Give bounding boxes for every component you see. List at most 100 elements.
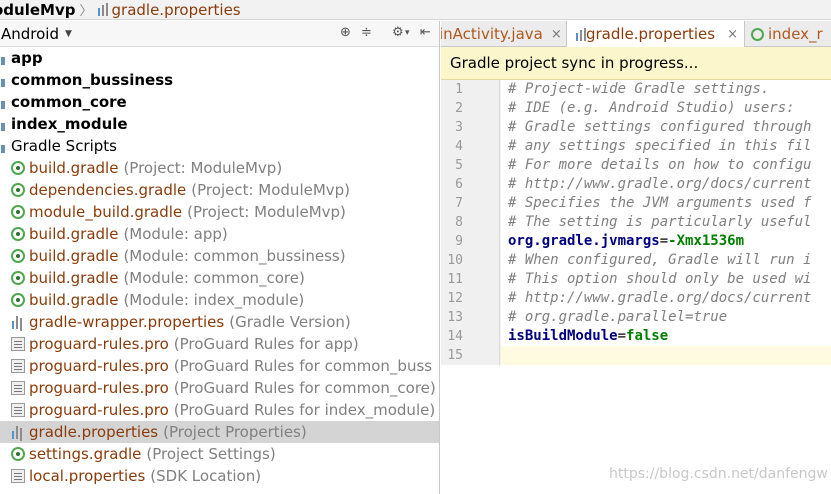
tree-file-item[interactable]: build.gradle (Module: app) <box>0 223 439 245</box>
tree-file-item[interactable]: module_build.gradle (Project: ModuleMvp) <box>0 201 439 223</box>
proguard-file-icon <box>11 469 25 483</box>
tab-label: index_r <box>768 25 823 43</box>
tab-gradle-properties[interactable]: gradle.properties × <box>567 21 745 47</box>
comment-text: # Project-wide Gradle settings. <box>508 81 770 97</box>
tab-main-activity[interactable]: inActivity.java × <box>441 21 567 47</box>
comment-text: # When configured, Gradle will run i <box>508 252 812 268</box>
tab-label: inActivity.java <box>441 25 543 43</box>
code-line[interactable]: 13 # org.gradle.parallel=true <box>441 308 831 327</box>
module-label: app <box>11 49 43 67</box>
line-number: 5 <box>455 158 463 173</box>
file-hint: (SDK Location) <box>150 467 262 485</box>
tree-group-gradle-scripts[interactable]: Gradle Scripts <box>0 135 439 157</box>
file-name: gradle-wrapper.properties <box>29 313 225 331</box>
gear-dropdown-icon[interactable]: ▾ <box>405 28 410 38</box>
code-line[interactable]: 11 # This option should only be used wi <box>441 270 831 289</box>
code-line[interactable]: 7 # Specifies the JVM arguments used f <box>441 194 831 213</box>
line-number: 2 <box>455 101 463 116</box>
sync-banner: Gradle project sync in progress... <box>441 47 831 80</box>
tree-file-item[interactable]: settings.gradle (Project Settings) <box>0 443 439 465</box>
code-line[interactable]: 8 # The setting is particularly useful <box>441 213 831 232</box>
property-value: false <box>626 328 669 344</box>
scroll-from-source-icon[interactable]: ⊕ <box>340 25 351 40</box>
line-number: 1 <box>455 82 463 97</box>
folder-icon <box>0 142 8 154</box>
tab-index-module[interactable]: index_r <box>745 21 831 47</box>
tree-file-item[interactable]: gradle-wrapper.properties (Gradle Version… <box>0 311 439 333</box>
file-name: build.gradle <box>29 225 119 243</box>
proguard-file-icon <box>11 381 25 395</box>
line-number: 8 <box>455 215 463 230</box>
file-name: proguard-rules.pro <box>29 379 169 397</box>
close-icon[interactable]: × <box>727 27 738 42</box>
line-number: 12 <box>447 291 463 306</box>
code-line[interactable]: 4 # any settings specified in this fil <box>441 137 831 156</box>
tree-file-item[interactable]: proguard-rules.pro (ProGuard Rules for in… <box>0 399 439 421</box>
breadcrumb-file[interactable]: gradle.properties <box>112 1 241 19</box>
tree-file-item[interactable]: dependencies.gradle (Project: ModuleMvp) <box>0 179 439 201</box>
tree-file-item[interactable]: build.gradle (Module: common_core) <box>0 267 439 289</box>
code-editor[interactable]: 1 # Project-wide Gradle settings. 2 # IDE (… <box>441 80 831 365</box>
tree-file-item[interactable]: build.gradle (Module: common_bussiness) <box>0 245 439 267</box>
line-number: 3 <box>455 120 463 135</box>
comment-text: # Specifies the JVM arguments used f <box>508 195 812 211</box>
gradle-icon <box>11 227 25 241</box>
file-name: gradle.properties <box>29 423 159 441</box>
property-line: isBuildModule=false <box>508 327 668 346</box>
code-line[interactable]: 3 # Gradle settings configured through <box>441 118 831 137</box>
tree-file-item[interactable]: proguard-rules.pro (ProGuard Rules for co… <box>0 377 439 399</box>
gear-icon[interactable]: ⚙ <box>392 25 404 40</box>
hide-panel-icon[interactable]: ⇤ <box>420 25 431 40</box>
code-line[interactable]: 5 # For more details on how to configu <box>441 156 831 175</box>
gradle-icon <box>11 447 25 461</box>
code-line[interactable]: 10 # When configured, Gradle will run i <box>441 251 831 270</box>
module-icon <box>0 76 8 88</box>
dropdown-caret-icon[interactable]: ▼ <box>65 29 72 39</box>
code-line[interactable]: 2 # IDE (e.g. Android Studio) users: <box>441 99 831 118</box>
view-mode-select[interactable]: Android <box>1 25 59 43</box>
code-line[interactable]: 6 # http://www.gradle.org/docs/current <box>441 175 831 194</box>
watermark: https://blog.csdn.net/danfengw <box>609 466 828 482</box>
code-line[interactable]: 9 org.gradle.jvmargs=-Xmx1536m <box>441 232 831 251</box>
file-name: build.gradle <box>29 291 119 309</box>
file-hint: (Module: common_core) <box>123 269 305 287</box>
tree-file-item[interactable]: build.gradle (Module: index_module) <box>0 289 439 311</box>
file-entry: settings.gradle (Project Settings) <box>29 443 276 465</box>
code-line[interactable]: 14 isBuildModule=false <box>441 327 831 346</box>
file-entry: build.gradle (Module: common_bussiness) <box>29 245 346 267</box>
property-operator: = <box>659 233 669 249</box>
breadcrumb-separator: 〉 <box>79 4 93 19</box>
line-number: 6 <box>455 177 463 192</box>
tree-file-item[interactable]: gradle.properties (Project Properties) <box>0 421 439 443</box>
line-number: 7 <box>455 196 463 211</box>
collapse-all-icon[interactable]: ≑ <box>361 25 372 40</box>
tree-module-common-core[interactable]: common_core <box>0 91 439 113</box>
breadcrumb-project[interactable]: oduleMvp <box>0 1 75 19</box>
comment-text: # any settings specified in this fil <box>508 138 812 154</box>
code-line[interactable]: 1 # Project-wide Gradle settings. <box>441 80 831 99</box>
comment-text: # Gradle settings configured through <box>508 119 812 135</box>
breadcrumb: oduleMvp 〉 gradle.properties <box>0 0 831 20</box>
file-hint: (ProGuard Rules for index_module) <box>173 401 436 419</box>
tree-module-index-module[interactable]: index_module <box>0 113 439 135</box>
comment-text: # For more details on how to configu <box>508 157 812 173</box>
tree-file-item[interactable]: build.gradle (Project: ModuleMvp) <box>0 157 439 179</box>
file-hint: (ProGuard Rules for app) <box>173 335 359 353</box>
code-line[interactable]: 12 # http://www.gradle.org/docs/current <box>441 289 831 308</box>
code-line[interactable]: 15 <box>441 346 831 365</box>
close-icon[interactable]: × <box>551 27 562 42</box>
comment-text: # This option should only be used wi <box>508 271 812 287</box>
file-entry: build.gradle (Module: app) <box>29 223 228 245</box>
proguard-file-icon <box>11 337 25 351</box>
tree-module-app[interactable]: app <box>0 47 439 69</box>
tree-file-item[interactable]: proguard-rules.pro (ProGuard Rules for ap… <box>0 333 439 355</box>
sync-banner-text: Gradle project sync in progress... <box>450 54 699 72</box>
editor-area: inActivity.java × gradle.properties × in… <box>441 21 831 494</box>
tree-file-item[interactable]: local.properties (SDK Location) <box>0 465 439 487</box>
group-label: Gradle Scripts <box>11 137 117 155</box>
module-label: index_module <box>11 115 128 133</box>
file-name: module_build.gradle <box>29 203 183 221</box>
tree-file-item[interactable]: proguard-rules.pro (ProGuard Rules for co… <box>0 355 439 377</box>
tree-module-common-bussiness[interactable]: common_bussiness <box>0 69 439 91</box>
file-name: proguard-rules.pro <box>29 401 169 419</box>
